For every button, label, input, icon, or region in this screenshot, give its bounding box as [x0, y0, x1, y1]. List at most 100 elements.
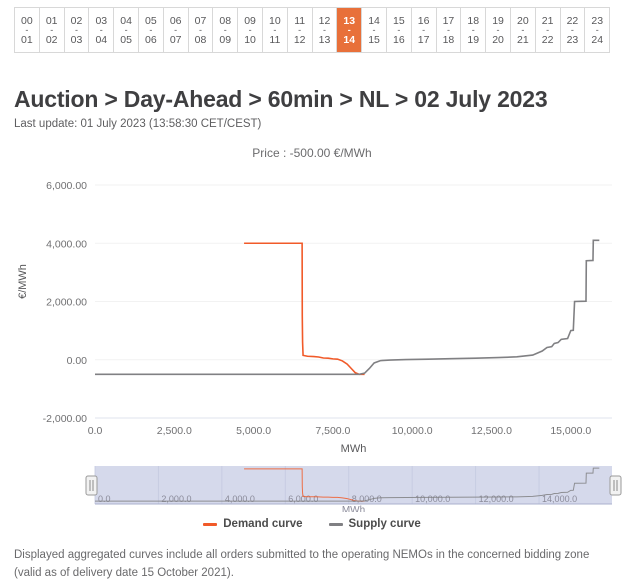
page-title: Auction > Day-Ahead > 60min > NL > 02 Ju…	[14, 86, 548, 112]
hour-cell-to: 12	[293, 33, 306, 46]
legend-label-demand: Demand curve	[223, 518, 303, 530]
navigator-tick-label: 14,000.0	[542, 494, 577, 504]
hour-cell-to: 06	[145, 33, 157, 46]
hour-cell-separator: -	[397, 24, 401, 35]
hour-cell-21-22[interactable]: 21-22	[536, 8, 561, 52]
hour-cell-separator: -	[496, 24, 500, 35]
navigator-tick-label: 0.0	[98, 494, 111, 504]
x-axis-tick-label: 0.0	[88, 425, 103, 437]
hour-cell-to: 08	[194, 33, 207, 46]
hour-cell-separator: -	[595, 24, 599, 35]
hour-cell-06-07[interactable]: 06-07	[164, 8, 189, 52]
hour-cell-16-17[interactable]: 16-17	[412, 8, 437, 52]
navigator-tick-label: 4,000.0	[225, 494, 255, 504]
y-axis-tick-label: 0.00	[67, 355, 88, 367]
legend-swatch-demand	[203, 522, 218, 526]
hour-cell-separator: -	[223, 24, 227, 35]
chart-plot-area: 6,000.00 4,000.00 2,000.00 0.00 -2,000.000.0…	[17, 180, 612, 455]
x-axis-tick-label: 10,000.0	[392, 425, 433, 437]
hour-cell-04-05[interactable]: 04-05	[114, 8, 139, 52]
hour-cell-to: 04	[95, 33, 108, 46]
y-axis-tick-label: 6,000.00	[46, 180, 87, 192]
hour-cell-to: 18	[442, 33, 455, 46]
hour-cell-to: 23	[566, 33, 579, 46]
hour-cell-separator: -	[273, 24, 277, 35]
series-line-supply-curve	[95, 239, 600, 376]
navigator-handle-right[interactable]	[609, 475, 622, 496]
y-axis-tick-label: 4,000.00	[46, 238, 87, 250]
hour-cell-to: 14	[343, 33, 356, 46]
hour-selector[interactable]: 00-01 01-02 02-03 03-04 04-05 05-06 06-07 07-08…	[14, 7, 610, 53]
y-axis-title: €/MWh	[17, 264, 29, 299]
hour-cell-separator: -	[198, 24, 202, 35]
navigator-tick-label: 10,000.0	[415, 494, 450, 504]
hour-cell-separator: -	[99, 24, 103, 35]
footer-note: Displayed aggregated curves include all …	[14, 549, 590, 579]
hour-cell-23-24[interactable]: 23-24	[585, 8, 609, 52]
hour-cell-separator: -	[471, 24, 475, 35]
hour-cell-09-10[interactable]: 09-10	[238, 8, 263, 52]
chart-legend: Demand curve Supply curve	[0, 514, 624, 534]
last-update-text: Last update: 01 July 2023 (13:58:30 CET/…	[14, 118, 262, 130]
hour-cell-to: 24	[591, 33, 604, 46]
hour-cell-00-01[interactable]: 00-01	[15, 8, 40, 52]
legend-label-supply: Supply curve	[348, 518, 421, 530]
navigator-handle-left[interactable]	[85, 475, 98, 496]
hour-cell-separator: -	[74, 24, 78, 35]
hour-cell-to: 07	[169, 33, 182, 46]
x-axis-tick-label: 2,500.0	[157, 425, 192, 437]
hour-cell-to: 22	[541, 33, 554, 46]
hour-cell-to: 10	[244, 33, 256, 46]
hour-cell-03-04[interactable]: 03-04	[89, 8, 115, 52]
hour-cell-separator: -	[50, 24, 54, 35]
hour-cell-to: 05	[120, 33, 132, 46]
hour-cell-07-08[interactable]: 07-08	[189, 8, 214, 52]
x-axis-title: MWh	[341, 443, 367, 455]
hour-cell-13-14[interactable]: 13-14	[337, 8, 363, 52]
y-axis-tick-label: -2,000.00	[43, 413, 88, 425]
price-curve-chart: Price : -500.00 €/MWh 6,000.00 4,000.00 2,…	[0, 140, 624, 460]
hour-cell-14-15[interactable]: 14-15	[362, 8, 387, 52]
hour-cell-05-06[interactable]: 05-06	[139, 8, 164, 52]
hour-cell-to: 11	[269, 33, 281, 46]
series-line-demand-curve	[244, 242, 365, 376]
legend-swatch-supply	[328, 522, 343, 526]
hour-cell-separator: -	[546, 24, 550, 35]
legend-item-supply[interactable]: Supply curve	[328, 518, 421, 530]
hour-cell-to: 20	[492, 33, 504, 46]
hour-cell-15-16[interactable]: 15-16	[387, 8, 412, 52]
x-axis-tick-label: 12,500.0	[471, 425, 512, 437]
hour-cell-separator: -	[149, 24, 153, 35]
hour-cell-separator: -	[347, 24, 351, 35]
y-axis-tick-label: 2,000.00	[46, 297, 87, 309]
navigator-tick-label: 12,000.0	[479, 494, 514, 504]
hour-cell-08-09[interactable]: 08-09	[213, 8, 239, 52]
legend-item-demand[interactable]: Demand curve	[203, 518, 303, 530]
hour-cell-separator: -	[521, 24, 525, 35]
hour-cell-separator: -	[124, 24, 128, 35]
hour-cell-17-18[interactable]: 17-18	[437, 8, 462, 52]
hour-cell-19-20[interactable]: 19-20	[486, 8, 511, 52]
navigator-svg[interactable]: 0.0 2,000.0 4,000.0 6,000.0 8,000.0 10,000.0 1…	[0, 460, 624, 512]
hour-cell-to: 19	[467, 33, 480, 46]
navigator-tick-label: 2,000.0	[161, 494, 191, 504]
hour-cell-separator: -	[248, 24, 252, 35]
x-axis-tick-label: 15,000.0	[550, 425, 591, 437]
hour-cell-separator: -	[298, 24, 302, 35]
hour-cell-11-12[interactable]: 11-12	[288, 8, 313, 52]
hour-cell-22-23[interactable]: 22-23	[561, 8, 586, 52]
hour-cell-separator: -	[25, 24, 29, 35]
x-axis-tick-label: 7,500.0	[315, 425, 350, 437]
hour-cell-to: 16	[393, 33, 405, 46]
hour-cell-to: 03	[70, 33, 83, 46]
navigator-axis-title: MWh	[342, 505, 365, 512]
hour-cell-18-19[interactable]: 18-19	[461, 8, 487, 52]
hour-cell-02-03[interactable]: 02-03	[65, 8, 90, 52]
chart-range-navigator[interactable]: 0.0 2,000.0 4,000.0 6,000.0 8,000.0 10,000.0 1…	[0, 460, 624, 512]
hour-cell-12-13[interactable]: 12-13	[313, 8, 338, 52]
x-axis-tick-label: 5,000.0	[236, 425, 271, 437]
hour-cell-01-02[interactable]: 01-02	[40, 8, 65, 52]
hour-cell-to: 02	[45, 33, 58, 46]
hour-cell-10-11[interactable]: 10-11	[263, 8, 288, 52]
hour-cell-20-21[interactable]: 20-21	[511, 8, 536, 52]
